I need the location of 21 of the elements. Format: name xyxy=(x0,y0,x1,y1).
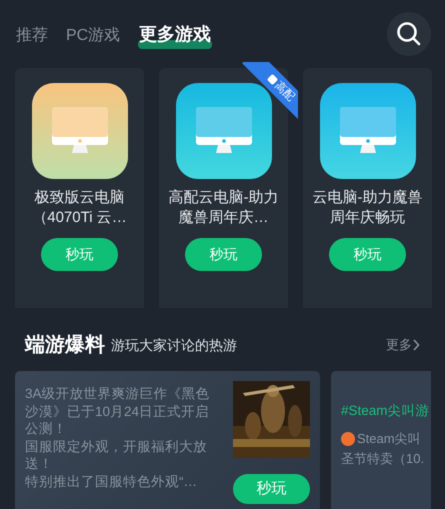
cloud-pc-card[interactable]: 云电脑-助力魔兽周年庆畅玩 秒玩 xyxy=(303,68,432,308)
post-text: 3A级开放世界爽游巨作《黑色沙漠》已于10月24日正式开启公测！ 国服限定外观，开服福利大放送！ 特别推出了国服特色外观“… xyxy=(25,385,211,490)
author-name: Steam尖叫 xyxy=(357,430,421,448)
tab[interactable]: 更多游戏 xyxy=(138,20,212,48)
section-subtitle: 游玩大家讨论的热游 xyxy=(111,336,238,354)
section-title: 端游爆料 xyxy=(25,333,105,358)
hashtag[interactable]: #Steam尖叫游 xyxy=(341,401,431,422)
more-link[interactable]: 更多 xyxy=(386,335,420,355)
search-button[interactable] xyxy=(387,12,431,56)
cloud-pc-title: 极致版云电脑（4070Ti 云… xyxy=(31,188,128,228)
search-icon xyxy=(396,21,422,47)
avatar xyxy=(341,432,355,446)
post-card[interactable]: 3A级开放世界爽游巨作《黑色沙漠》已于10月24日正式开启公测！ 国服限定外观，开服福利大放送！ 特别推出了国服特色外观“… 秒玩 xyxy=(15,371,320,509)
post-text: 圣节特卖（10. xyxy=(341,450,426,468)
cloud-pc-title: 云电脑-助力魔兽周年庆畅玩 xyxy=(312,188,424,228)
tab[interactable]: 推荐 xyxy=(16,24,48,48)
tab[interactable]: PC游戏 xyxy=(66,24,120,48)
post-card[interactable]: #Steam尖叫游 Steam尖叫 圣节特卖（10. xyxy=(331,371,431,509)
cloud-pc-card[interactable]: 极致版云电脑（4070Ti 云… 秒玩 xyxy=(15,68,144,308)
chevron-icon xyxy=(412,339,420,351)
cloud-pc-title: 高配云电脑-助力魔兽周年庆… xyxy=(168,188,280,228)
